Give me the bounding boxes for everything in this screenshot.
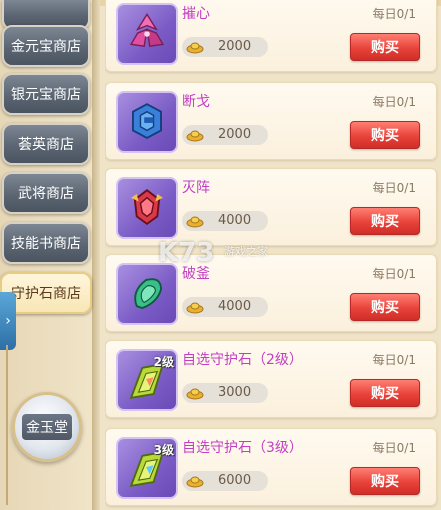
gold-ingot-icon bbox=[186, 130, 204, 142]
price-value: 2000 bbox=[218, 127, 252, 142]
gold-ingot-icon bbox=[186, 476, 204, 488]
price-pill: 4000 bbox=[182, 297, 268, 317]
gold-ingot-icon bbox=[186, 388, 204, 400]
item-name: 摧心 bbox=[182, 6, 210, 22]
price-value: 6000 bbox=[218, 473, 252, 488]
item-name: 自选守护石（2级） bbox=[182, 352, 303, 368]
price-pill: 2000 bbox=[182, 37, 268, 57]
item-icon bbox=[116, 3, 178, 65]
daily-limit: 每日0/1 bbox=[372, 7, 416, 21]
gem-icon bbox=[132, 103, 162, 139]
item-name: 自选守护石（3级） bbox=[182, 440, 303, 456]
level-badge: 2级 bbox=[153, 355, 174, 369]
tab-silver-ingot-shop[interactable]: 银元宝商店 bbox=[2, 73, 90, 115]
item-icon bbox=[116, 91, 178, 153]
gem-icon bbox=[134, 278, 162, 310]
gem-icon bbox=[131, 189, 163, 226]
daily-limit: 每日0/1 bbox=[372, 441, 416, 455]
shop-sidebar: 金元宝商店 银元宝商店 荟英商店 武将商店 技能书商店 守护石商店 › 金玉堂 bbox=[0, 0, 100, 510]
daily-limit: 每日0/1 bbox=[372, 353, 416, 367]
watermark-logo: K73 bbox=[158, 238, 215, 268]
price-pill: 2000 bbox=[182, 125, 268, 145]
buy-button[interactable]: 购买 bbox=[350, 33, 420, 61]
daily-limit: 每日0/1 bbox=[372, 267, 416, 281]
list-item: 破釜 每日0/1 4000 购买 bbox=[105, 254, 437, 332]
item-icon: 3级 bbox=[116, 437, 178, 499]
gold-hall-label: 金玉堂 bbox=[22, 414, 72, 440]
buy-button[interactable]: 购买 bbox=[350, 207, 420, 235]
gold-hall-button[interactable]: 金玉堂 bbox=[12, 392, 82, 462]
list-item: 2级 自选守护石（2级） 每日0/1 3000 购买 bbox=[105, 340, 437, 418]
gold-ingot-icon bbox=[186, 216, 204, 228]
list-item: 3级 自选守护石（3级） 每日0/1 6000 购买 bbox=[105, 428, 437, 506]
price-pill: 6000 bbox=[182, 471, 268, 491]
pendant-cord bbox=[6, 345, 8, 505]
sidebar-rail bbox=[92, 0, 100, 510]
gem-icon bbox=[129, 13, 165, 47]
item-list[interactable]: 摧心 每日0/1 2000 购买 断戈 每日0/1 2000 购买 灭阵 每日0… bbox=[105, 0, 441, 510]
item-name: 断戈 bbox=[182, 94, 210, 110]
price-pill: 3000 bbox=[182, 383, 268, 403]
list-item: 灭阵 每日0/1 4000 购买 bbox=[105, 168, 437, 246]
price-value: 2000 bbox=[218, 39, 252, 54]
buy-button[interactable]: 购买 bbox=[350, 293, 420, 321]
buy-button[interactable]: 购买 bbox=[350, 467, 420, 495]
item-icon bbox=[116, 263, 178, 325]
item-icon: 2级 bbox=[116, 349, 178, 411]
daily-limit: 每日0/1 bbox=[372, 181, 416, 195]
expand-arrow-icon[interactable]: › bbox=[0, 292, 16, 350]
tab-gold-ingot-shop[interactable]: 金元宝商店 bbox=[2, 25, 90, 67]
buy-button[interactable]: 购买 bbox=[350, 121, 420, 149]
price-value: 3000 bbox=[218, 385, 252, 400]
tab-skill-book-shop[interactable]: 技能书商店 bbox=[2, 222, 90, 264]
daily-limit: 每日0/1 bbox=[372, 95, 416, 109]
item-name: 灭阵 bbox=[182, 180, 210, 196]
tab-general-shop[interactable]: 武将商店 bbox=[2, 172, 90, 214]
level-badge: 3级 bbox=[153, 443, 174, 457]
price-value: 4000 bbox=[218, 213, 252, 228]
item-icon bbox=[116, 177, 178, 239]
gold-ingot-icon bbox=[186, 302, 204, 314]
tab-huiying-shop[interactable]: 荟英商店 bbox=[2, 123, 90, 165]
buy-button[interactable]: 购买 bbox=[350, 379, 420, 407]
list-item: 摧心 每日0/1 2000 购买 bbox=[105, 0, 437, 72]
price-pill: 4000 bbox=[182, 211, 268, 231]
gold-ingot-icon bbox=[186, 42, 204, 54]
list-item: 断戈 每日0/1 2000 购买 bbox=[105, 82, 437, 160]
price-value: 4000 bbox=[218, 299, 252, 314]
watermark-subtext: 游戏之家 bbox=[224, 245, 268, 258]
